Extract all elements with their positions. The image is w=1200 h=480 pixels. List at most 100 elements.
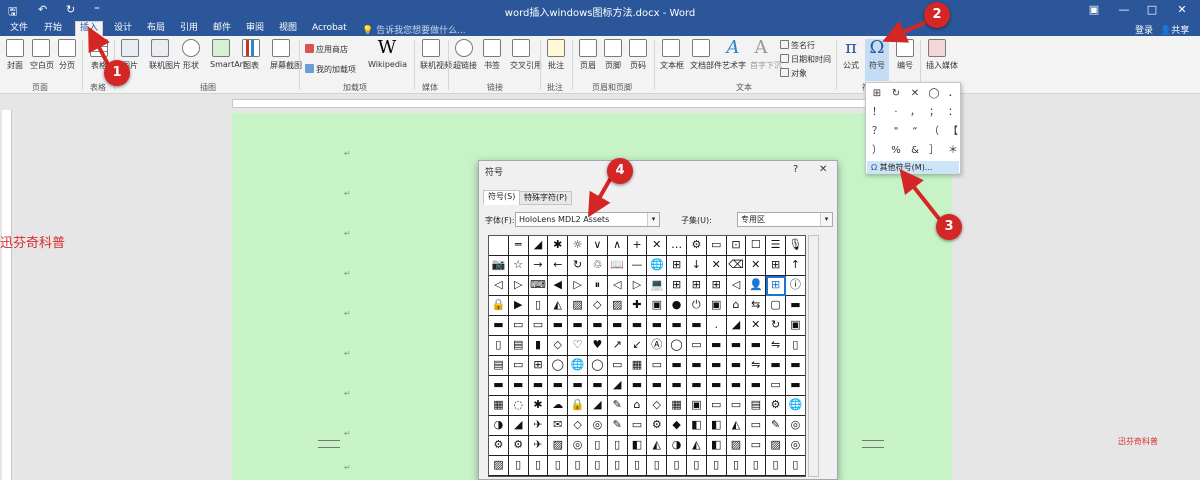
symbol-cell[interactable]: ⌂ [726,296,747,316]
symbol-cell[interactable]: ◌ [508,396,529,416]
symbol-cell[interactable]: ◇ [588,296,608,316]
symbol-cell[interactable]: ▯ [786,336,805,356]
symbol-cell[interactable]: ▨ [766,436,786,456]
insert-media-button[interactable]: 插入媒体 [926,39,958,71]
chart-button[interactable]: 图表 [240,39,262,71]
symbol-cell[interactable]: ◢ [607,376,628,396]
symbol-cell[interactable]: ◁ [726,276,747,296]
symbol-cell[interactable]: ⏻ [687,296,707,316]
hyperlink-button[interactable]: 超链接 [453,39,477,71]
symbol-cell[interactable]: ◭ [647,436,668,456]
equation-button[interactable]: π 公式 [840,39,862,71]
symbol-cell[interactable]: ▨ [726,436,747,456]
symbol-cell[interactable]: ▷ [568,276,588,296]
symbol-cell[interactable]: ✎ [607,416,628,436]
symbol-cell[interactable]: ▯ [607,436,628,456]
symbol-cell[interactable]: ⌨ [528,276,549,296]
symbol-cell[interactable]: ▬ [687,316,707,336]
cross-reference-button[interactable]: 交叉引用 [510,39,542,71]
symbol-cell[interactable]: ▯ [726,456,747,476]
symbol-cell[interactable]: ◧ [687,416,707,436]
symbol-cell[interactable]: ▯ [687,456,707,476]
symbol-cell[interactable]: ▯ [588,456,608,476]
symbol-cell[interactable]: ▯ [528,296,549,316]
symbol-cell[interactable]: ⓘ [786,276,805,296]
symbol-cell[interactable]: ▬ [726,356,747,376]
wikipedia-button[interactable]: W Wikipedia [368,39,407,70]
recent-symbol-cell[interactable]: ⊞ [868,85,886,103]
symbol-cell[interactable]: ▯ [548,456,569,476]
symbol-cell[interactable]: ✕ [706,256,727,276]
symbol-cell[interactable]: ▬ [786,376,805,396]
more-symbols-item[interactable]: Ω 其他符号(M)... [867,161,959,174]
tab-home[interactable]: 开始 [40,22,66,36]
symbol-cell[interactable]: ↑ [786,256,805,276]
symbol-cell[interactable]: … [667,236,687,256]
symbol-cell[interactable]: ⊞ [687,276,707,296]
symbol-cell[interactable]: ◧ [627,436,648,456]
tab-review[interactable]: 审阅 [242,22,268,36]
object-button[interactable]: 对象 [780,68,807,79]
footer-button[interactable]: 页脚 [602,39,624,71]
symbol-cell[interactable]: ✎ [607,396,628,416]
date-time-button[interactable]: 日期和时间 [780,54,831,65]
symbol-cell[interactable]: ▭ [607,356,628,376]
symbol-cell[interactable]: ▬ [726,376,747,396]
symbol-cell[interactable]: ▬ [607,316,628,336]
subset-select[interactable]: 专用区 ▾ [737,212,833,227]
symbol-cell[interactable]: ✕ [746,316,767,336]
symbol-cell[interactable]: ⚙ [766,396,786,416]
symbol-cell[interactable]: ▬ [489,316,509,336]
symbol-cell[interactable]: ▯ [528,456,549,476]
horizontal-ruler[interactable] [232,99,872,108]
signature-line-button[interactable]: 签名行 [780,40,815,51]
symbol-cell[interactable]: Ⓐ [647,336,668,356]
online-pictures-button[interactable]: 联机图片 [149,39,181,71]
symbol-cell[interactable]: ▤ [489,356,509,376]
text-box-button[interactable]: 文本框 [660,39,684,71]
symbol-cell[interactable]: 🌐 [568,356,588,376]
comment-button[interactable]: 批注 [545,39,567,71]
symbol-cell[interactable]: ▭ [746,416,767,436]
symbol-cell[interactable]: ⚙ [489,436,509,456]
symbol-cell[interactable]: ▬ [667,356,687,376]
symbol-cell[interactable]: ◯ [588,356,608,376]
symbol-cell[interactable]: ▯ [786,456,805,476]
symbol-cell[interactable]: ◎ [588,416,608,436]
symbol-cell[interactable]: ⊞ [766,276,786,296]
symbol-cell[interactable]: ▬ [687,376,707,396]
symbol-cell[interactable]: ▤ [746,396,767,416]
symbol-cell[interactable]: ▭ [766,376,786,396]
recent-symbol-cell[interactable]: ✕ [906,85,924,103]
wordart-button[interactable]: A 艺术字 [722,39,746,71]
symbol-cell[interactable]: ● [667,296,687,316]
symbol-cell[interactable]: ▬ [647,316,668,336]
symbol-cell[interactable]: ▦ [667,396,687,416]
recent-symbol-cell[interactable]: ， [906,104,924,122]
recent-symbol-cell[interactable]: ） [868,142,886,160]
symbol-cell[interactable]: ▯ [489,336,509,356]
symbol-cell[interactable]: ▨ [489,456,509,476]
symbol-cell[interactable]: ▶ [508,296,529,316]
symbol-cell[interactable]: ✉ [548,416,569,436]
symbol-cell[interactable]: ▯ [647,456,668,476]
symbol-cell[interactable]: ✱ [548,236,569,256]
recent-symbol-cell[interactable]: ↻ [887,85,905,103]
symbol-cell[interactable] [489,236,509,256]
symbol-cell[interactable]: ◎ [786,416,805,436]
symbol-cell[interactable]: ▯ [746,456,767,476]
symbol-cell[interactable]: ▭ [726,396,747,416]
symbol-button[interactable]: Ω 符号 [865,39,889,81]
symbol-cell[interactable]: ▬ [706,356,727,376]
symbol-cell[interactable]: ▭ [627,416,648,436]
font-select[interactable]: HoloLens MDL2 Assets ▾ [515,212,660,227]
symbol-cell[interactable]: ▬ [627,376,648,396]
symbol-cell[interactable]: ✚ [627,296,648,316]
recent-symbol-cell[interactable]: ◯ [925,85,943,103]
dialog-close-button[interactable]: ✕ [819,164,827,175]
recent-symbol-cell[interactable]: ？ [868,123,886,141]
symbol-cell[interactable]: ↻ [766,316,786,336]
symbol-cell[interactable]: ♲ [588,256,608,276]
close-button[interactable]: ✕ [1172,3,1192,16]
recent-symbol-cell[interactable]: · [887,104,905,122]
